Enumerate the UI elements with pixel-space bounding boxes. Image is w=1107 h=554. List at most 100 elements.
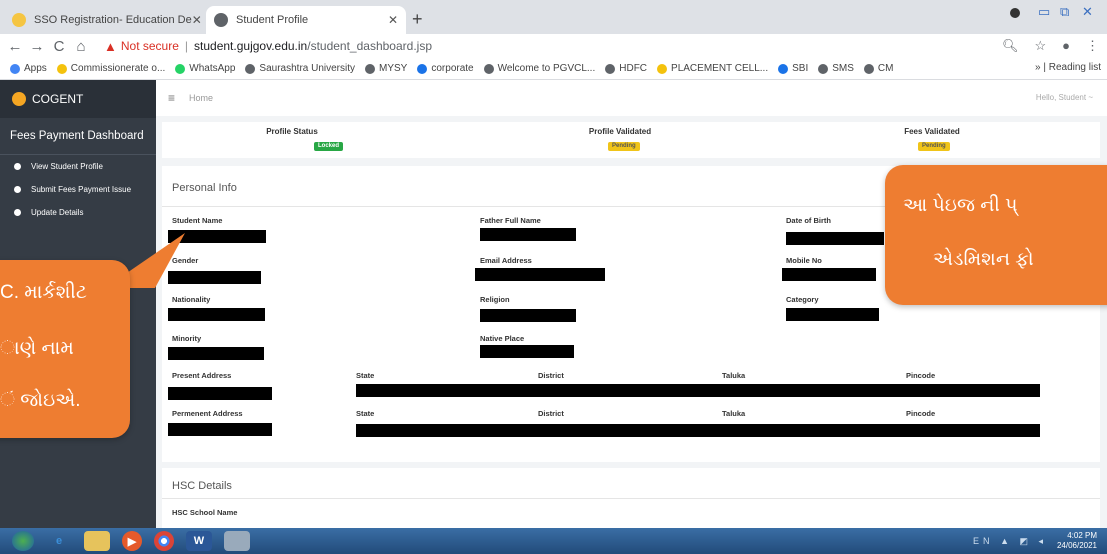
dob-label: Date of Birth [786,216,831,225]
reload-button[interactable]: C [48,38,70,55]
profile-icon[interactable] [1010,8,1020,18]
bookmark-item[interactable]: WhatsApp [175,63,235,74]
bookmark-item[interactable]: PLACEMENT CELL... [657,63,768,74]
bookmark-favicon-icon [417,63,428,74]
minority-label: Minority [172,334,202,343]
internet-explorer-icon[interactable]: e [46,531,72,551]
pincode-label: Pincode [906,371,936,380]
new-tab-button[interactable]: + [412,9,423,30]
bookmark-item[interactable]: Commissionerate o... [56,63,165,74]
annotation-callout-left: C. માર્કશીટ ાણે નામ ં જોઇએ. [0,260,130,438]
callout-left-line-2: ાણે નામ [0,338,74,359]
system-tray[interactable]: EN ▲ ◩ ◂ [973,536,1047,547]
tab-label: SSO Registration- Education De [34,14,192,26]
hsc-details-card: HSC Details HSC School Name [162,468,1100,528]
bookmark-item[interactable]: Apps [10,63,47,74]
url-host: student.gujgov.edu.in [194,39,308,53]
redacted-minority [168,347,264,360]
bookmark-favicon-icon [818,63,829,74]
nationality-label: Nationality [172,295,211,304]
profile-status-badge: Locked [314,142,344,151]
bookmark-item[interactable]: HDFC [605,63,647,74]
fees-validated-label: Fees Validated [904,127,960,136]
user-greeting[interactable]: Hello, Student ~ [1036,93,1093,102]
fees-validated-badge: Pending [918,142,950,151]
redacted-permanent-address-details [356,424,1040,437]
breadcrumb[interactable]: Home [189,93,213,103]
tab-student-profile[interactable]: Student Profile ✕ [206,6,406,34]
account-icon[interactable]: ● [1062,38,1070,54]
sidebar-item-update-details[interactable]: Update Details [0,201,156,224]
bookmark-label: MYSY [379,63,408,74]
menu-kebab-icon[interactable]: ⋮ [1086,38,1099,54]
not-secure-label[interactable]: Not secure [121,39,179,53]
redacted-dob [786,232,884,245]
chrome-icon[interactable] [154,531,174,551]
redacted-email [475,268,605,281]
redacted-native-place [480,345,574,358]
minimize-icon[interactable]: ▭ [1038,4,1050,20]
tab-close-icon[interactable]: ✕ [192,13,202,27]
sidebar-item-submit-fees-payment-issue[interactable]: Submit Fees Payment Issue [0,178,156,201]
redacted-present-address-details [356,384,1040,397]
personal-info-title: Personal Info [172,182,237,194]
brand[interactable]: COGENT [0,80,156,118]
url-field[interactable]: student.gujgov.edu.in/student_dashboard.… [194,39,432,53]
tab-sso-registration[interactable]: SSO Registration- Education De ✕ [4,6,204,34]
reading-list-button[interactable]: » | Reading list [1035,62,1101,73]
language-indicator[interactable]: EN [973,536,994,546]
media-player-icon[interactable]: ▶ [122,531,142,551]
father-name-label: Father Full Name [480,216,541,225]
zoom-icon[interactable]: 🔍︎ [1002,38,1019,54]
bookmark-item[interactable]: SMS [818,63,854,74]
redacted-nationality [168,308,265,321]
back-button[interactable]: ← [4,38,26,55]
dashboard-title: Fees Payment Dashboard [0,118,156,155]
file-explorer-icon[interactable] [84,531,110,551]
warning-icon[interactable]: ▲ [104,39,117,54]
paint-icon[interactable] [224,531,250,551]
bookmark-item[interactable]: Welcome to PGVCL... [483,63,595,74]
redacted-present-address [168,387,272,400]
tab-close-icon[interactable]: ✕ [388,13,398,27]
bookmark-item[interactable]: CM [863,63,894,74]
bookmark-item[interactable]: MYSY [365,63,407,74]
start-button-icon[interactable] [12,531,34,551]
bookmark-label: HDFC [619,63,648,74]
globe-favicon-icon [214,13,228,27]
divider [162,498,1100,499]
district-label: District [538,409,564,418]
home-button[interactable]: ⌂ [70,38,92,55]
close-window-icon[interactable]: ✕ [1082,4,1093,20]
bookmark-star-icon[interactable]: ☆ [1034,38,1046,54]
clock-time: 4:02 PM [1067,531,1097,540]
bookmarks-bar: Apps Commissionerate o... WhatsApp Saurasht… [0,58,1107,80]
native-place-label: Native Place [480,334,525,343]
redacted-father-name [480,228,576,241]
clock-date: 24/06/2021 [1056,541,1097,550]
word-icon[interactable]: W [186,531,212,551]
district-label: District [538,371,564,380]
maximize-icon[interactable]: ⧉ [1060,4,1069,20]
clock[interactable]: 4:02 PM 24/06/2021 [1057,531,1097,551]
religion-label: Religion [480,295,510,304]
bookmark-label: SBI [792,63,809,74]
bookmark-item[interactable]: corporate [417,63,474,74]
sidebar-item-label: Update Details [31,208,84,217]
tab-label: Student Profile [236,14,309,26]
forward-button[interactable]: → [26,38,48,55]
bookmark-label: Saurashtra University [259,63,356,74]
bookmark-favicon-icon [778,63,789,74]
hamburger-menu-icon[interactable]: ≡ [168,91,175,105]
bookmark-item[interactable]: SBI [778,63,808,74]
state-label: State [356,409,375,418]
sidebar-item-view-student-profile[interactable]: View Student Profile [0,155,156,178]
bookmark-label: Apps [24,63,47,74]
callout-left-line-3: ં જોઇએ. [0,390,81,411]
url-path: /student_dashboard.jsp [307,39,432,53]
pincode-label: Pincode [906,409,936,418]
email-label: Email Address [480,256,532,265]
bookmark-label: CM [877,63,894,74]
url-separator: | [184,39,189,53]
bookmark-item[interactable]: Saurashtra University [245,63,355,74]
